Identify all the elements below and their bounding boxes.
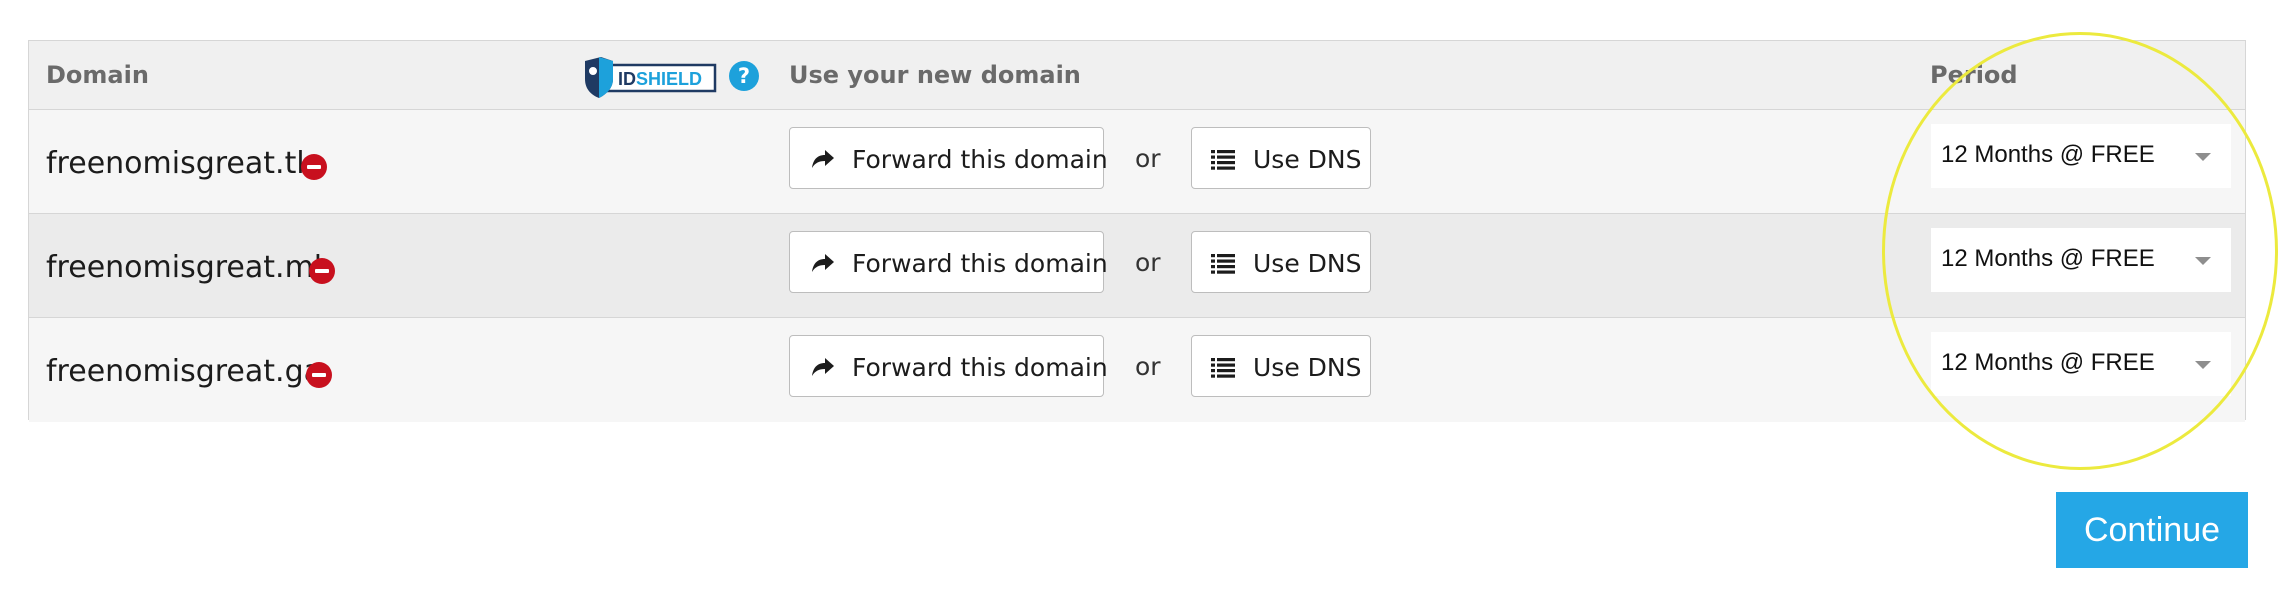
period-select[interactable]: 12 Months @ FREE <box>1931 124 2231 188</box>
svg-text:IDSHIELD: IDSHIELD <box>618 69 702 89</box>
period-select[interactable]: 12 Months @ FREE <box>1931 228 2231 292</box>
use-dns-button[interactable]: Use DNS <box>1191 335 1371 397</box>
use-dns-label: Use DNS <box>1253 249 1362 278</box>
forward-domain-label: Forward this domain <box>852 145 1108 174</box>
or-text: or <box>1135 248 1161 277</box>
forward-domain-label: Forward this domain <box>852 353 1108 382</box>
domain-name: freenomisgreat.ml <box>46 250 323 285</box>
list-icon <box>1211 358 1235 378</box>
share-arrow-icon <box>812 358 834 376</box>
period-select-value: 12 Months @ FREE <box>1941 245 2155 272</box>
chevron-down-icon <box>2195 361 2211 369</box>
or-text: or <box>1135 144 1161 173</box>
domain-name: freenomisgreat.tk <box>46 146 314 181</box>
table-header: Domain IDSHIELD ? Use your new domain Pe… <box>29 41 2245 110</box>
forward-domain-button[interactable]: Forward this domain <box>789 127 1108 189</box>
forward-domain-button[interactable]: Forward this domain <box>789 231 1108 293</box>
list-icon <box>1211 150 1235 170</box>
share-arrow-icon <box>812 150 834 168</box>
share-arrow-icon <box>812 254 834 272</box>
use-dns-label: Use DNS <box>1253 145 1362 174</box>
period-column-header: Period <box>1930 61 2018 89</box>
remove-icon[interactable] <box>306 362 332 388</box>
chevron-down-icon <box>2195 153 2211 161</box>
or-text: or <box>1135 352 1161 381</box>
table-row: freenomisgreat.ga Forward this domain or… <box>29 318 2245 422</box>
domain-name: freenomisgreat.ga <box>46 354 322 389</box>
chevron-down-icon <box>2195 257 2211 265</box>
list-icon <box>1211 254 1235 274</box>
idshield-logo[interactable]: IDSHIELD <box>581 55 719 99</box>
continue-button[interactable]: Continue <box>2056 492 2248 568</box>
use-domain-column-header: Use your new domain <box>789 61 1081 89</box>
period-select-value: 12 Months @ FREE <box>1941 349 2155 376</box>
use-dns-button[interactable]: Use DNS <box>1191 127 1371 189</box>
period-select[interactable]: 12 Months @ FREE <box>1931 332 2231 396</box>
period-select-value: 12 Months @ FREE <box>1941 141 2155 168</box>
domain-column-header: Domain <box>46 61 149 89</box>
domain-table: Domain IDSHIELD ? Use your new domain Pe… <box>28 40 2246 422</box>
remove-icon[interactable] <box>301 154 327 180</box>
use-dns-label: Use DNS <box>1253 353 1362 382</box>
remove-icon[interactable] <box>309 258 335 284</box>
table-row: freenomisgreat.tk Forward this domain or… <box>29 110 2245 214</box>
forward-domain-button[interactable]: Forward this domain <box>789 335 1108 397</box>
help-icon[interactable]: ? <box>729 61 759 91</box>
use-dns-button[interactable]: Use DNS <box>1191 231 1371 293</box>
forward-domain-label: Forward this domain <box>852 249 1108 278</box>
table-row: freenomisgreat.ml Forward this domain or… <box>29 214 2245 318</box>
